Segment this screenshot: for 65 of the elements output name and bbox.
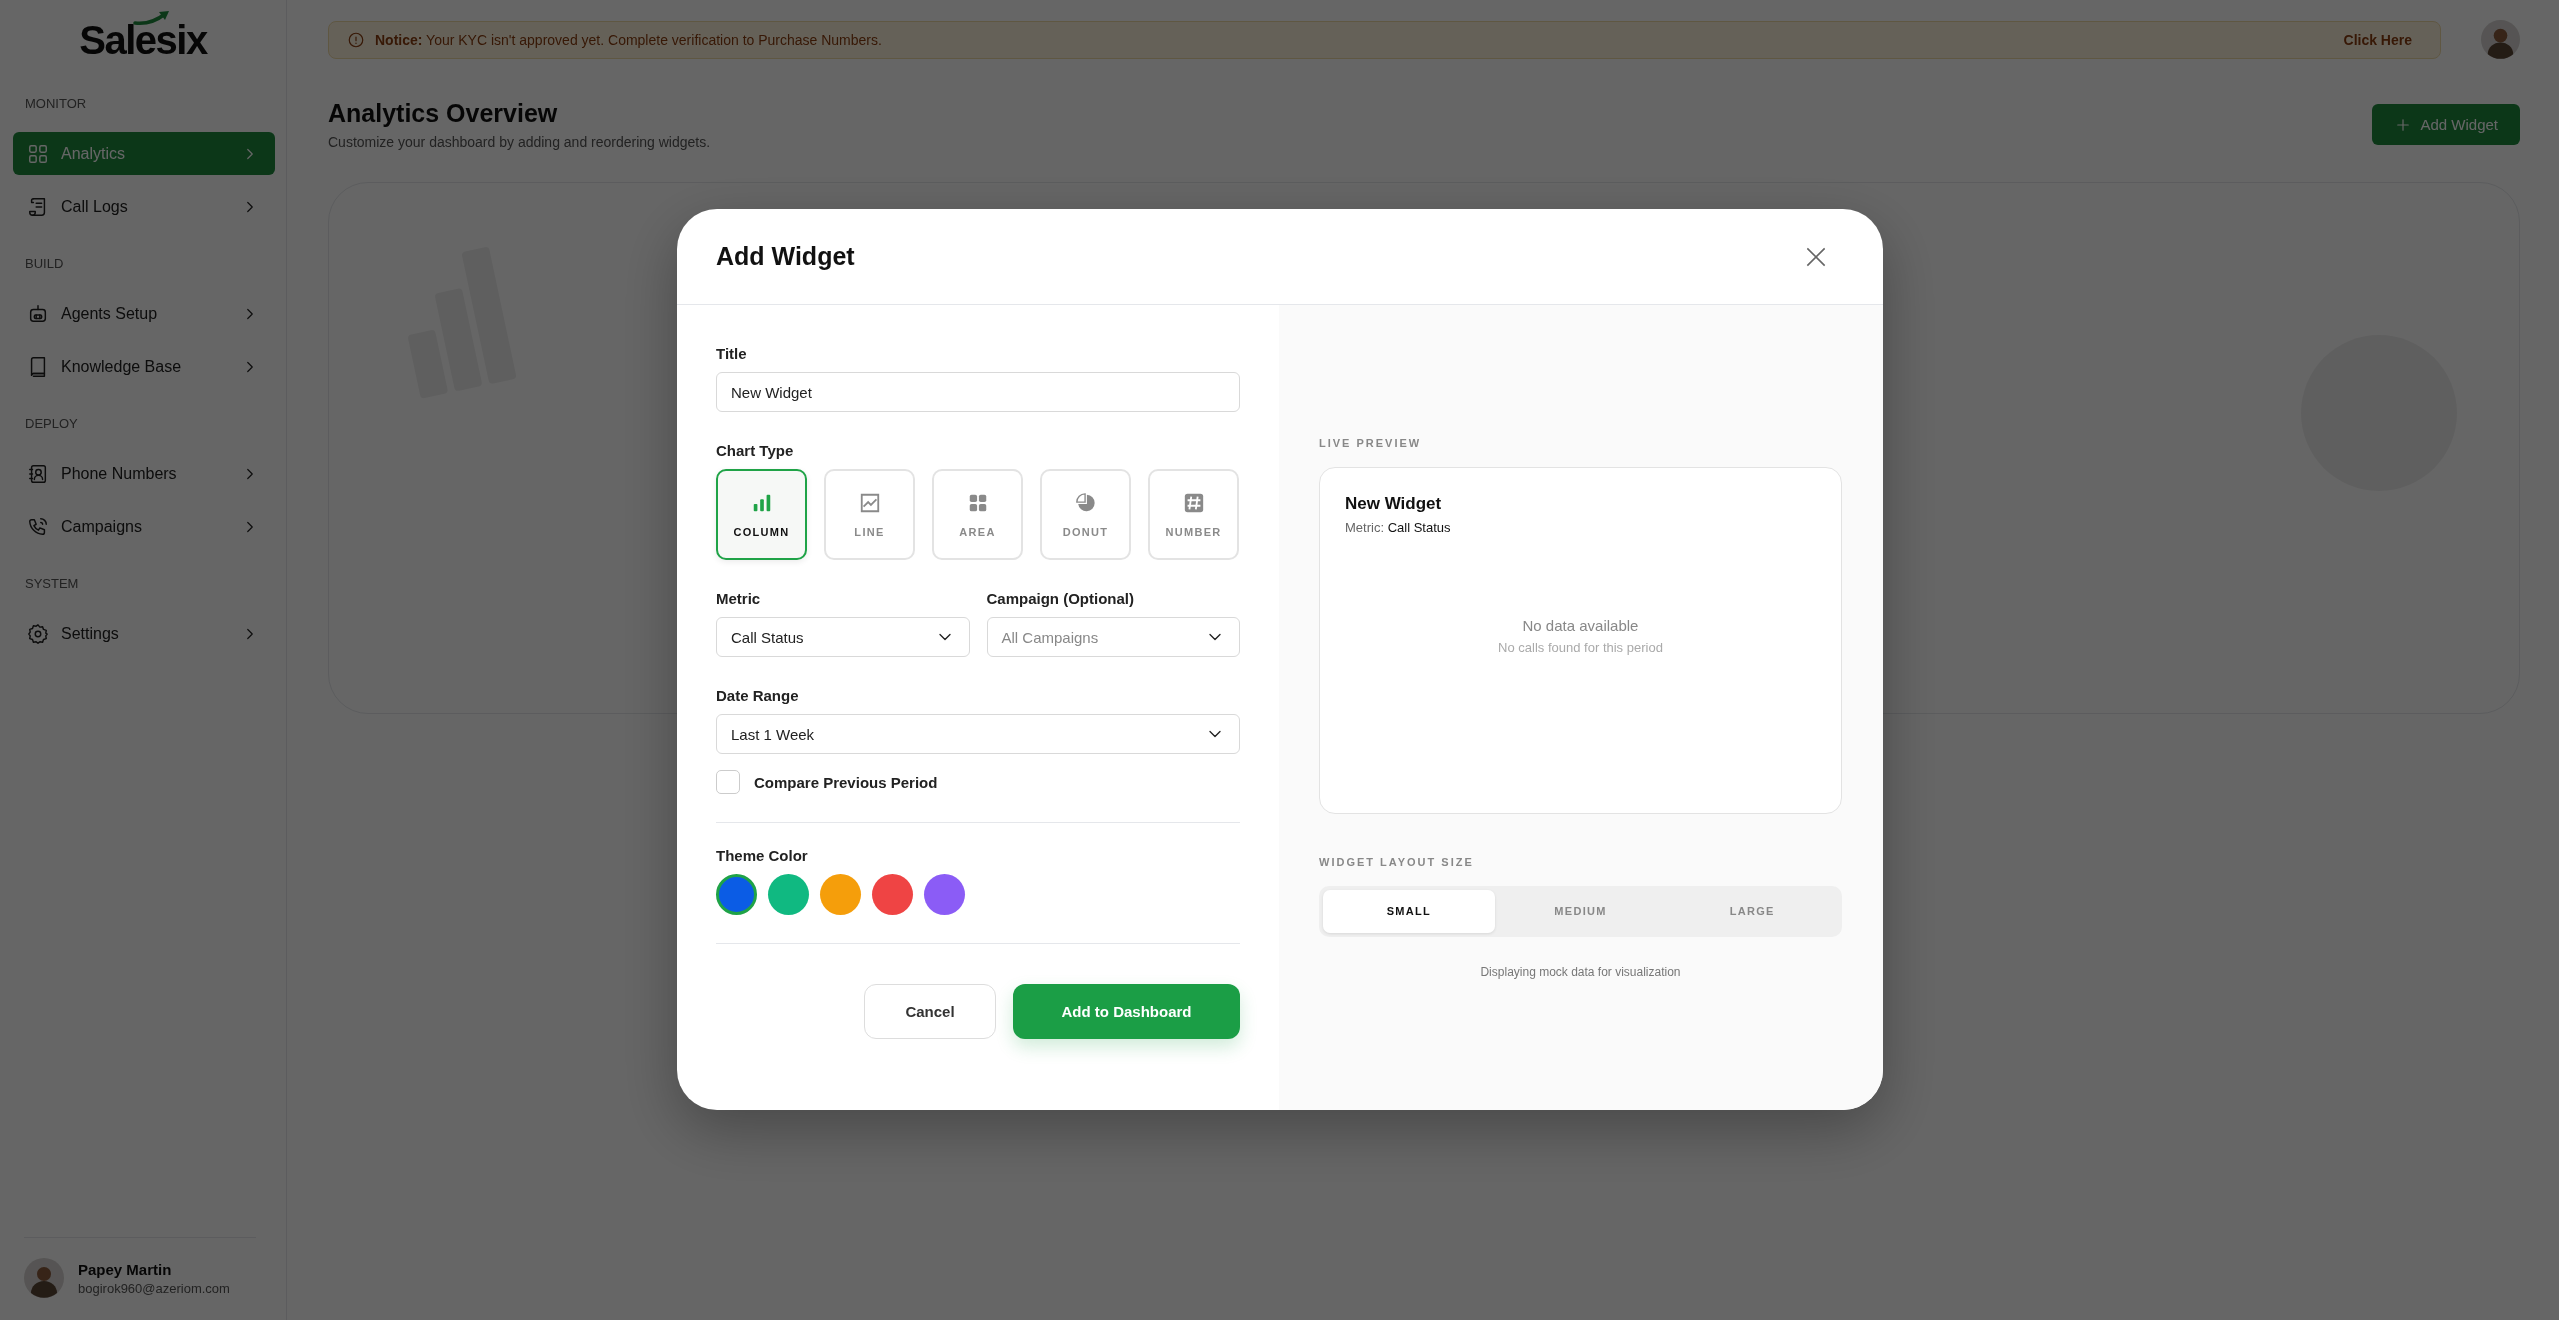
- phone-icon: [27, 515, 49, 538]
- page-subtitle: Customize your dashboard by adding and reordering widgets.: [328, 134, 711, 150]
- avatar-icon: [2481, 20, 2520, 59]
- chart-type-option[interactable]: AREA: [932, 469, 1023, 560]
- empty-state-title: No data available: [1522, 616, 1639, 634]
- nav-item[interactable]: Campaigns: [13, 505, 275, 548]
- robot-icon: [27, 302, 49, 325]
- section-heading: MONITOR: [24, 96, 88, 112]
- add-widget-button[interactable]: Add Widget: [2372, 104, 2520, 145]
- title-input[interactable]: New Widget: [716, 372, 1240, 412]
- chart-type-option[interactable]: NUMBER: [1148, 469, 1239, 560]
- section-caption: LIVE PREVIEW: [1319, 436, 1423, 449]
- field-label: Title: [716, 345, 748, 362]
- cancel-button[interactable]: Cancel: [864, 984, 996, 1039]
- nav-item[interactable]: Phone Numbers: [13, 452, 275, 495]
- user-email: bogirok960@azeriom.com: [78, 1280, 230, 1296]
- add-to-dashboard-button[interactable]: Add to Dashboard: [1013, 984, 1240, 1039]
- contact-card-icon: [27, 462, 49, 485]
- section-caption: WIDGET LAYOUT SIZE: [1319, 855, 1475, 868]
- preview-metric: Metric: Call Status: [1345, 519, 1452, 535]
- click-here-link[interactable]: Click Here: [2343, 31, 2412, 48]
- preview-title: New Widget: [1345, 493, 1443, 514]
- size-option[interactable]: MEDIUM: [1494, 889, 1667, 933]
- grid-icon: [27, 142, 49, 165]
- nav-item[interactable]: Knowledge Base: [13, 345, 275, 388]
- color-swatch[interactable]: [872, 874, 913, 915]
- color-swatch[interactable]: [820, 874, 861, 915]
- field-label: Date Range: [716, 687, 800, 704]
- checkbox[interactable]: [716, 770, 740, 794]
- nav-item[interactable]: Settings: [13, 612, 275, 655]
- dialog-title: Add Widget: [716, 242, 855, 271]
- empty-state-text: No calls found for this period: [1498, 639, 1663, 655]
- page-title: Analytics Overview: [328, 99, 559, 128]
- nav-item[interactable]: Call Logs: [13, 185, 275, 228]
- field-label: Campaign (Optional): [986, 590, 1135, 607]
- nav-item[interactable]: Analytics: [13, 132, 275, 175]
- field-label: Theme Color: [716, 847, 809, 864]
- size-option[interactable]: LARGE: [1666, 889, 1838, 933]
- color-swatch[interactable]: [768, 874, 809, 915]
- section-heading: BUILD: [24, 256, 65, 272]
- color-swatch[interactable]: [924, 874, 965, 915]
- hash-icon: [1182, 491, 1205, 514]
- footnote: Displaying mock data for visualization: [1479, 964, 1682, 979]
- notice-text: Notice: Your KYC isn't approved yet. Complete verification to Purchase Numbers.: [375, 31, 883, 48]
- color-swatch[interactable]: [716, 874, 757, 915]
- logo-text: Salesix: [79, 18, 207, 62]
- chart-type-option[interactable]: COLUMN: [716, 469, 807, 560]
- campaign-select[interactable]: All Campaigns: [986, 617, 1240, 657]
- pie-chart-icon: [1074, 491, 1097, 514]
- checkbox-label: Compare Previous Period: [754, 773, 938, 791]
- nav-item[interactable]: Agents Setup: [13, 292, 275, 335]
- section-heading: DEPLOY: [24, 416, 79, 432]
- chart-type-option[interactable]: DONUT: [1040, 469, 1131, 560]
- info-icon: [347, 30, 365, 49]
- metric-select[interactable]: Call Status: [716, 617, 970, 657]
- field-label: Metric: [716, 590, 762, 607]
- chart-type-option[interactable]: LINE: [824, 469, 915, 560]
- size-option[interactable]: SMALL: [1323, 889, 1495, 933]
- date-range-select[interactable]: Last 1 Week: [716, 714, 1240, 754]
- avatar-icon: [24, 1258, 64, 1298]
- settings-icon: [27, 622, 49, 645]
- line-chart-icon: [858, 491, 881, 514]
- field-label: Chart Type: [716, 442, 795, 459]
- user-name: Papey Martin: [78, 1260, 173, 1278]
- section-heading: SYSTEM: [24, 576, 80, 592]
